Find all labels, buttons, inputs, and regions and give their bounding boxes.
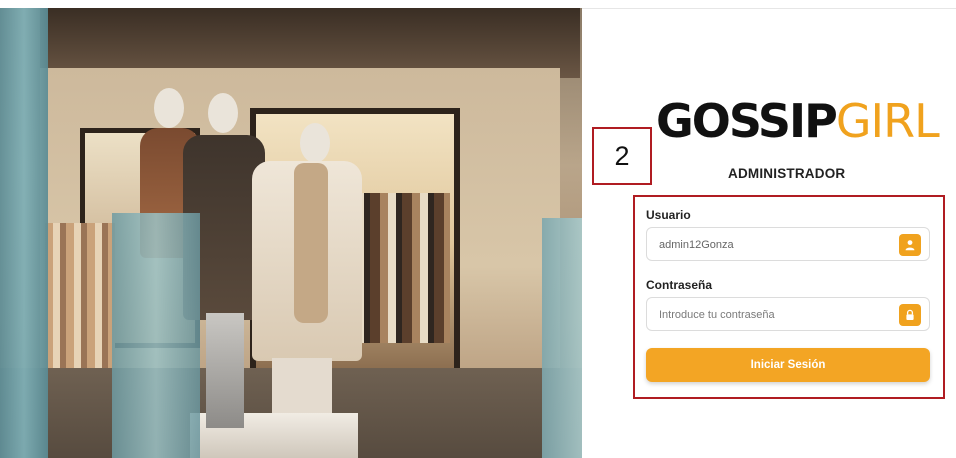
password-label: Contraseña bbox=[646, 278, 713, 292]
password-input[interactable] bbox=[657, 304, 891, 326]
logo-text-accent: GIRL bbox=[835, 94, 940, 148]
step-number: 2 bbox=[614, 140, 630, 171]
step-marker: 2 bbox=[592, 127, 652, 185]
photo-glass-panel bbox=[112, 213, 200, 458]
login-button[interactable]: Iniciar Sesión bbox=[646, 348, 930, 382]
divider bbox=[582, 8, 956, 9]
password-field[interactable] bbox=[646, 297, 930, 331]
photo-glass-panel bbox=[0, 8, 48, 458]
brand-logo: GOSSIP GIRL bbox=[656, 94, 940, 148]
username-label: Usuario bbox=[646, 208, 691, 222]
logo-text-primary: GOSSIP bbox=[656, 94, 838, 148]
username-field[interactable] bbox=[646, 227, 930, 261]
photo-glass-panel bbox=[542, 218, 582, 458]
username-input[interactable] bbox=[657, 234, 891, 256]
store-photo bbox=[0, 8, 582, 458]
user-icon bbox=[899, 234, 921, 256]
role-heading: ADMINISTRADOR bbox=[728, 166, 846, 181]
lock-icon bbox=[899, 304, 921, 326]
